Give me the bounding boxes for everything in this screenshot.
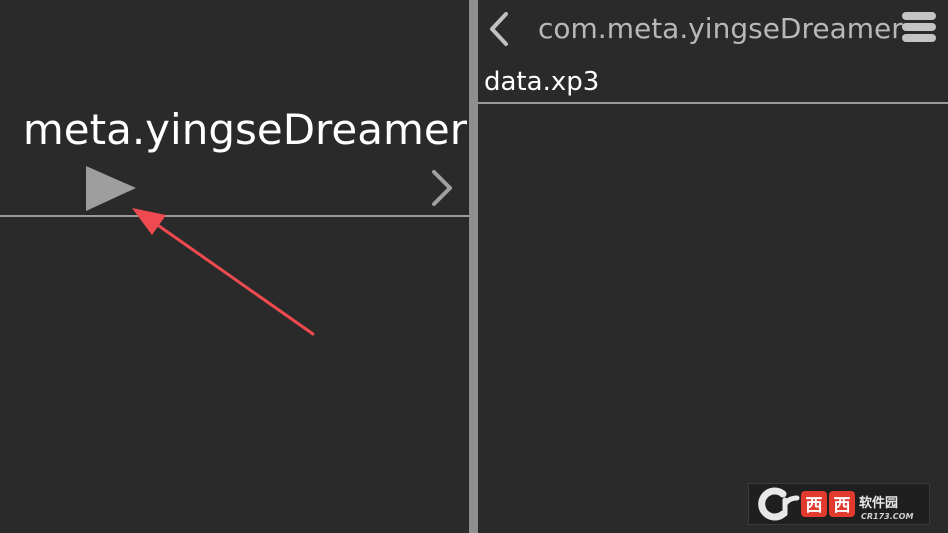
- chevron-left-icon: [490, 12, 508, 46]
- file-row[interactable]: data.xp3: [478, 62, 948, 104]
- panel-splitter[interactable]: [469, 0, 478, 533]
- play-icon: [86, 166, 136, 211]
- chevron-right-button[interactable]: [424, 166, 458, 210]
- chevron-right-icon: [432, 170, 452, 206]
- left-divider: [0, 215, 469, 217]
- menu-bar-icon: [902, 34, 936, 42]
- watermark-logo-icon: 西 西 软件园 CR173.COM: [758, 487, 913, 521]
- menu-bar-icon: [902, 12, 936, 20]
- watermark-logo: 西 西 软件园 CR173.COM: [748, 483, 930, 525]
- left-title: meta.yingseDreamer: [22, 105, 467, 154]
- file-list: data.xp3: [478, 62, 948, 104]
- play-button[interactable]: [84, 164, 138, 214]
- back-button[interactable]: [484, 10, 514, 48]
- annotation-arrow-icon: [132, 208, 315, 336]
- screen: meta.yingseDreamer com.meta.yingseDreame…: [0, 0, 948, 533]
- svg-text:软件园: 软件园: [859, 495, 898, 511]
- file-name: data.xp3: [484, 67, 600, 97]
- svg-text:西: 西: [806, 496, 823, 516]
- svg-text:西: 西: [834, 496, 851, 516]
- right-panel: com.meta.yingseDreamer data.xp3: [478, 0, 948, 533]
- header-title: com.meta.yingseDreamer: [538, 12, 903, 45]
- left-panel: meta.yingseDreamer: [0, 0, 469, 533]
- menu-bar-icon: [902, 23, 936, 31]
- menu-button[interactable]: [902, 12, 938, 46]
- svg-text:CR173.COM: CR173.COM: [861, 512, 913, 521]
